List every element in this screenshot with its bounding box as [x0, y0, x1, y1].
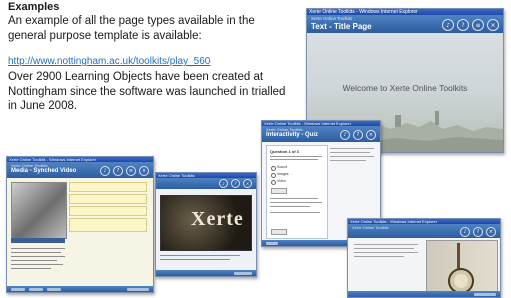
text-line	[11, 260, 57, 261]
next-question-button[interactable]	[271, 229, 287, 235]
text-line	[11, 264, 63, 265]
close-icon[interactable]: ×	[486, 227, 496, 237]
xerte-logo-image: Xerte	[160, 195, 252, 251]
synched-text-line	[69, 194, 147, 204]
text-line	[354, 252, 418, 253]
help-icon[interactable]: ?	[457, 19, 469, 31]
close-icon[interactable]: ×	[487, 19, 499, 31]
answer-option: Images	[277, 172, 289, 176]
navigation-footer	[348, 291, 500, 297]
nav-button[interactable]	[47, 288, 61, 291]
page-title: Media - Synched Video	[11, 168, 77, 174]
examples-heading: Examples	[8, 1, 60, 13]
help-icon[interactable]: ?	[353, 130, 363, 140]
text-line	[11, 256, 65, 257]
next-button[interactable]	[127, 288, 149, 291]
close-icon[interactable]: ×	[139, 166, 149, 176]
text-line	[11, 268, 51, 269]
answer-radio[interactable]	[271, 166, 276, 171]
text-line	[354, 248, 414, 249]
text-line	[11, 252, 61, 253]
welcome-text: Welcome to Xerte Online Toolkits	[342, 83, 468, 93]
video-page-body	[7, 178, 153, 286]
banjo-page-body	[348, 238, 500, 296]
glossary-icon[interactable]: ≡	[126, 166, 136, 176]
xerte-header: Xerte Online Toolkits ♪ ? ×	[348, 224, 500, 238]
feedback-text-line	[270, 202, 322, 203]
text-line	[354, 244, 418, 245]
help-icon[interactable]: ?	[231, 179, 240, 188]
synched-text-line	[69, 218, 147, 232]
header-subtitle: Xerte Online Toolkits	[311, 16, 353, 21]
text-line	[354, 256, 404, 257]
question-text-line	[270, 159, 318, 160]
answer-radio[interactable]	[271, 173, 276, 178]
xerte-header: Xerte Online Toolkits Interactivity - Qu…	[262, 126, 380, 142]
navigation-footer	[7, 286, 153, 292]
nav-button[interactable]	[266, 242, 278, 245]
navigation-footer	[156, 270, 256, 276]
next-button[interactable]	[234, 272, 252, 275]
instruction-line	[330, 148, 374, 149]
glossary-icon[interactable]: ≡	[472, 19, 484, 31]
instruction-line	[330, 160, 366, 161]
help-icon[interactable]: ?	[473, 227, 483, 237]
text-line	[160, 259, 230, 260]
next-button[interactable]	[474, 293, 496, 296]
instruction-line	[330, 152, 370, 153]
xerte-header: Xerte Online Toolkits Text - Title Page …	[307, 15, 503, 33]
banjo-photo	[426, 240, 498, 296]
close-icon[interactable]: ×	[366, 130, 376, 140]
banjo-screenshot: Xerte Online Toolkits - Windows Internet…	[347, 218, 501, 298]
xerte-logo-text: Xerte	[191, 208, 244, 230]
text-line	[11, 248, 65, 249]
stats-paragraph: Over 2900 Learning Objects have been cre…	[8, 71, 286, 112]
header-subtitle: Xerte Online Toolkits	[352, 225, 389, 230]
question-text-line	[270, 156, 322, 157]
page-title: Text - Title Page	[311, 22, 372, 31]
synched-video-screenshot: Xerte Online Toolkits - Windows Internet…	[6, 156, 154, 293]
question-header: Question 1 of 3	[270, 149, 299, 154]
xerte-header: Xerte Online Toolkits Media - Synched Vi…	[7, 162, 153, 178]
answer-option: Sound	[277, 165, 288, 169]
image-page-body: Xerte	[156, 189, 256, 270]
xerte-header: ♪ ? ×	[156, 178, 256, 189]
instruction-line	[330, 156, 374, 157]
text-line	[160, 255, 240, 256]
video-still-photo	[11, 182, 67, 239]
submit-button[interactable]	[271, 188, 287, 194]
synched-text-line	[69, 206, 147, 216]
speech-icon[interactable]: ♪	[219, 179, 228, 188]
page-title: Interactivity - Quiz	[266, 132, 319, 138]
speech-icon[interactable]: ♪	[100, 166, 110, 176]
answer-radio[interactable]	[271, 180, 276, 185]
speech-icon[interactable]: ♪	[340, 130, 350, 140]
question-panel: Question 1 of 3 Sound Images Video	[266, 145, 328, 239]
close-icon[interactable]: ×	[243, 179, 252, 188]
examples-link[interactable]: http://www.nottingham.ac.uk/toolkits/pla…	[8, 56, 210, 67]
answer-option: Video	[277, 179, 286, 183]
speech-icon[interactable]: ♪	[460, 227, 470, 237]
xerte-image-screenshot: Xerte Online Toolkits ♪ ? × Xerte	[155, 172, 257, 277]
intro-paragraph: An example of all the page types availab…	[8, 15, 255, 42]
speech-icon[interactable]: ♪	[442, 19, 454, 31]
help-icon[interactable]: ?	[113, 166, 123, 176]
feedback-text-line	[270, 206, 310, 207]
banjo-icon	[448, 243, 474, 294]
synched-text-line	[69, 182, 147, 192]
nav-button[interactable]	[11, 288, 25, 291]
feedback-text-line	[270, 212, 320, 213]
nav-button[interactable]	[29, 288, 43, 291]
feedback-text-line	[270, 198, 318, 199]
video-controls[interactable]	[11, 238, 65, 243]
